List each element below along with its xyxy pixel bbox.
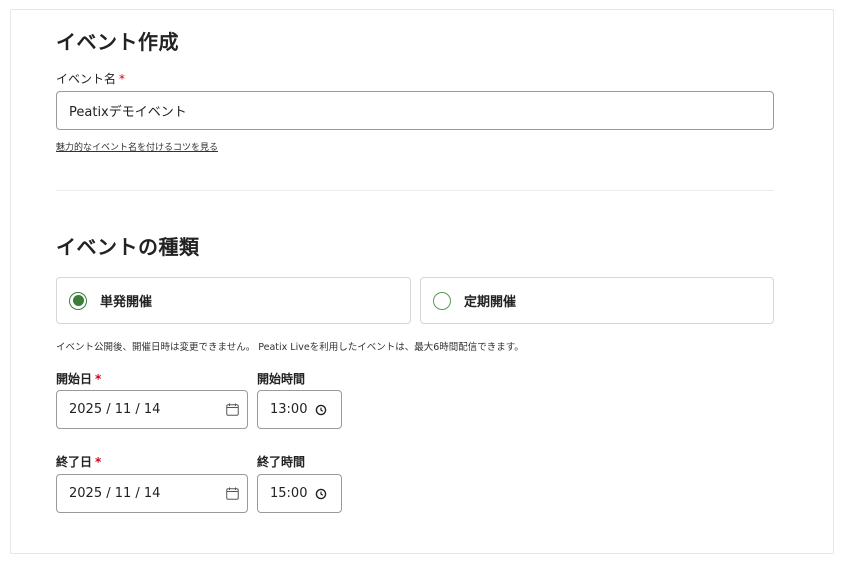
radio-label-single: 単発開催 xyxy=(100,295,153,310)
start-date-input[interactable]: 2025 / 11 / 14 xyxy=(56,390,248,429)
name-tips-link[interactable]: 魅力的なイベント名を付けるコツを見る xyxy=(56,140,218,153)
radio-label-recurring: 定期開催 xyxy=(464,295,517,310)
calendar-icon[interactable] xyxy=(225,402,239,416)
required-mark: * xyxy=(119,72,126,86)
start-time-label: 開始時間 xyxy=(257,372,306,386)
end-time-input[interactable]: 15:00 xyxy=(257,474,342,513)
end-date-label-row: 終了日 * xyxy=(56,453,101,470)
end-date-input[interactable]: 2025 / 11 / 14 xyxy=(56,474,248,513)
event-name-label-row: イベント名 * xyxy=(56,70,125,87)
radio-option-recurring[interactable]: 定期開催 xyxy=(420,277,774,324)
clock-icon[interactable] xyxy=(314,487,327,500)
start-time-input[interactable]: 13:00 xyxy=(257,390,342,429)
section-divider xyxy=(56,190,774,191)
start-date-value: 2025 / 11 / 14 xyxy=(69,402,161,417)
end-date-label: 終了日 xyxy=(56,455,93,469)
required-mark: * xyxy=(95,372,102,386)
section-title-create: イベント作成 xyxy=(56,30,179,54)
radio-option-single[interactable]: 単発開催 xyxy=(56,277,411,324)
event-name-input[interactable]: Peatixデモイベント xyxy=(56,91,774,130)
end-time-value: 15:00 xyxy=(270,486,308,501)
start-date-label: 開始日 xyxy=(56,372,93,386)
end-time-label: 終了時間 xyxy=(257,455,306,469)
start-date-label-row: 開始日 * xyxy=(56,370,101,387)
section-title-type: イベントの種類 xyxy=(56,235,200,259)
clock-icon[interactable] xyxy=(314,403,327,416)
event-name-label: イベント名 xyxy=(56,72,117,86)
radio-unselected-icon[interactable] xyxy=(433,291,451,310)
event-name-value: Peatixデモイベント xyxy=(69,105,187,120)
schedule-note: イベント公開後、開催日時は変更できません。 Peatix Liveを利用したイベ… xyxy=(56,342,524,353)
radio-selected-icon[interactable] xyxy=(69,291,87,310)
calendar-icon[interactable] xyxy=(225,486,239,500)
required-mark: * xyxy=(95,455,102,469)
end-date-value: 2025 / 11 / 14 xyxy=(69,486,161,501)
start-time-value: 13:00 xyxy=(270,402,308,417)
